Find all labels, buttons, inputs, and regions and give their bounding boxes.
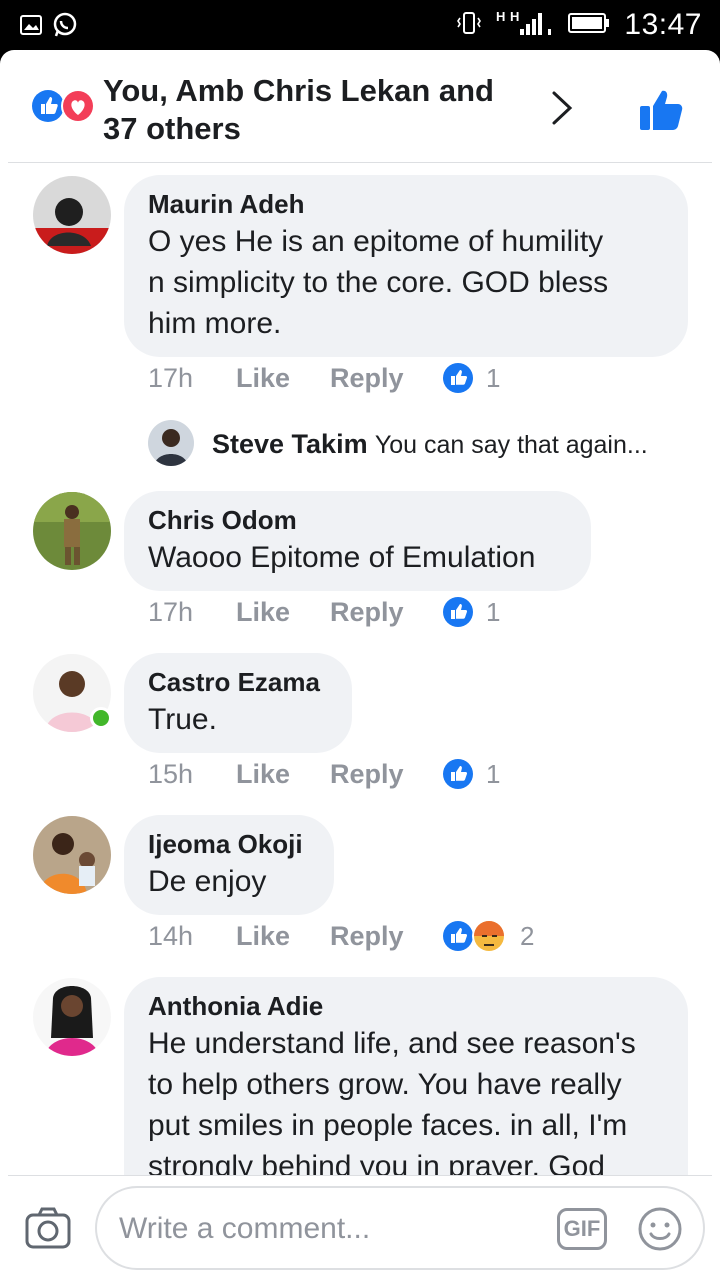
reaction-count: 1 — [486, 362, 501, 393]
reply-author: Steve Takim — [212, 429, 368, 459]
online-status-indicator — [90, 707, 112, 729]
battery-icon — [568, 12, 610, 39]
comment-text: O yes He is an epitome of humility n sim… — [148, 225, 609, 340]
header-divider — [8, 162, 712, 163]
reaction-count: 1 — [486, 596, 501, 627]
reply-button[interactable]: Reply — [330, 759, 442, 790]
like-button[interactable]: Like — [236, 759, 330, 790]
like-button[interactable]: Like — [236, 363, 330, 394]
comment-time[interactable]: 17h — [148, 597, 236, 628]
like-button[interactable]: Like — [236, 597, 330, 628]
avatar[interactable] — [33, 176, 111, 254]
reaction-summary — [30, 88, 100, 124]
comment-text: De enjoy — [148, 865, 267, 898]
comments-sheet: You, Amb Chris Lekan and 37 others Mauri… — [0, 50, 720, 1280]
comment-bubble: Ijeoma Okoji De enjoy — [124, 815, 334, 915]
reply-button[interactable]: Reply — [330, 363, 442, 394]
status-time: 13:47 — [624, 8, 702, 41]
reactions-header[interactable]: You, Amb Chris Lekan and 37 others — [0, 50, 720, 162]
comment-author[interactable]: Chris Odom — [148, 505, 567, 535]
status-bar: H H 13:47 — [0, 0, 720, 50]
comment-time[interactable]: 17h — [148, 363, 236, 394]
chevron-right-icon[interactable] — [548, 90, 576, 126]
comment-time[interactable]: 14h — [148, 921, 236, 952]
comment-actions: 15h Like Reply 1 — [148, 754, 500, 794]
vibrate-icon — [456, 10, 482, 41]
comment-author[interactable]: Ijeoma Okoji — [148, 829, 310, 859]
comment-text: True. — [148, 703, 217, 736]
avatar[interactable] — [33, 492, 111, 570]
comment-author[interactable]: Anthonia Adie — [148, 991, 664, 1021]
like-reaction-icon — [443, 597, 473, 627]
avatar[interactable] — [33, 816, 111, 894]
thumbs-up-icon[interactable] — [638, 88, 684, 132]
avatar[interactable] — [148, 420, 194, 466]
reaction-summary[interactable]: 1 — [442, 596, 500, 628]
comment-actions: 14h Like Reply 2 — [148, 916, 534, 956]
comment-input[interactable]: Write a comment... GIF — [95, 1186, 705, 1270]
comment-author[interactable]: Castro Ezama — [148, 667, 328, 697]
comment-bubble: Chris Odom Waooo Epitome of Emulation — [124, 491, 591, 591]
picture-icon — [20, 15, 42, 40]
camera-icon[interactable] — [24, 1206, 72, 1250]
comment-input-placeholder: Write a comment... — [119, 1212, 371, 1245]
reply-button[interactable]: Reply — [330, 921, 442, 952]
reaction-count: 1 — [486, 758, 501, 789]
avatar[interactable] — [33, 978, 111, 1056]
like-reaction-icon — [443, 759, 473, 789]
comment-bubble: Castro Ezama True. — [124, 653, 352, 753]
signal-icon: H H — [496, 9, 554, 42]
comment-time[interactable]: 15h — [148, 759, 236, 790]
comment-text: Waooo Epitome of Emulation — [148, 541, 536, 574]
whatsapp-icon — [52, 12, 78, 43]
comment-actions: 17h Like Reply 1 — [148, 358, 500, 398]
reactions-title: You, Amb Chris Lekan and 37 others — [103, 73, 494, 146]
composer-divider — [8, 1175, 712, 1176]
reaction-summary[interactable]: 1 — [442, 362, 500, 394]
reaction-summary[interactable]: 1 — [442, 758, 500, 790]
reaction-summary[interactable]: 2 — [442, 918, 534, 954]
reply-button[interactable]: Reply — [330, 597, 442, 628]
comment-text: He understand life, and see reason's to … — [148, 1027, 636, 1183]
comment-author[interactable]: Maurin Adeh — [148, 189, 664, 219]
reply-preview[interactable]: Steve Takim You can say that again... — [212, 429, 648, 460]
svg-text:H: H — [510, 9, 519, 24]
comment-bubble: Maurin Adeh O yes He is an epitome of hu… — [124, 175, 688, 357]
like-reaction-icon — [443, 363, 473, 393]
like-button[interactable]: Like — [236, 921, 330, 952]
reply-text: You can say that again... — [374, 431, 648, 459]
comment-actions: 17h Like Reply 1 — [148, 592, 500, 632]
smiley-icon[interactable] — [637, 1206, 683, 1252]
reaction-count: 2 — [520, 920, 535, 951]
svg-text:H: H — [496, 9, 505, 24]
gif-icon[interactable]: GIF — [557, 1208, 607, 1250]
